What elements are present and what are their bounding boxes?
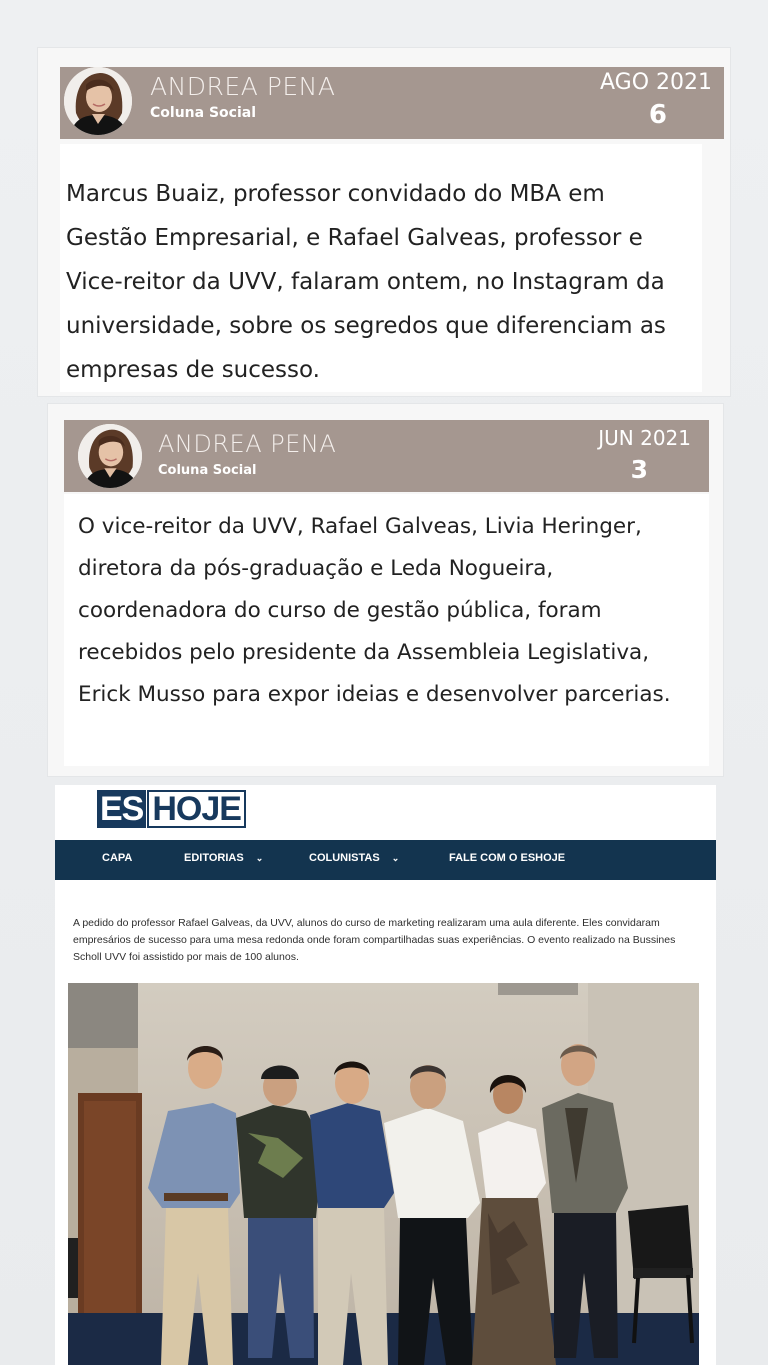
post-day: 3 [630, 455, 648, 484]
column-post-card: ANDREA PENA Coluna Social AGO 2021 6 Mar… [38, 48, 730, 396]
chevron-down-icon: ⌄ [391, 853, 400, 863]
eshoje-logo[interactable]: ES HOJE [97, 790, 246, 828]
news-site-screenshot: ES HOJE CAPA EDITORIAS ⌄ COLUNISTAS ⌄ FA… [55, 785, 716, 1365]
post-header: ANDREA PENA Coluna Social AGO 2021 6 [60, 67, 724, 139]
author-avatar [78, 424, 142, 488]
author-name: ANDREA PENA [158, 430, 337, 458]
nav-item-colunistas-label: COLUNISTAS [309, 852, 380, 864]
nav-item-colunistas[interactable]: COLUNISTAS ⌄ [309, 852, 399, 864]
news-caption: A pedido do professor Rafael Galveas, da… [73, 917, 676, 963]
logo-es-text: ES [97, 790, 147, 828]
post-month-year: AGO 2021 [599, 70, 712, 95]
group-photo [68, 983, 699, 1365]
column-name: Coluna Social [150, 105, 256, 121]
nav-item-editorias[interactable]: EDITORIAS ⌄ [184, 852, 263, 864]
post-header: ANDREA PENA Coluna Social JUN 2021 3 [64, 420, 709, 492]
column-post-card: ANDREA PENA Coluna Social JUN 2021 3 O v… [48, 404, 723, 776]
logo-hoje-text: HOJE [147, 790, 246, 828]
nav-item-fale-com-o-eshoje[interactable]: FALE COM O ESHOJE [449, 852, 565, 864]
post-text: Marcus Buaiz, professor convidado do MBA… [60, 144, 702, 392]
nav-item-editorias-label: EDITORIAS [184, 852, 244, 864]
chevron-down-icon: ⌄ [255, 853, 264, 863]
group-photo-illustration [68, 983, 699, 1365]
author-name: ANDREA PENA [150, 72, 336, 101]
nav-item-capa[interactable]: CAPA [102, 852, 132, 864]
column-name: Coluna Social [158, 463, 257, 478]
post-day: 6 [648, 100, 667, 130]
author-avatar [64, 67, 132, 135]
collage-canvas: ANDREA PENA Coluna Social AGO 2021 6 Mar… [0, 0, 768, 1365]
post-text: O vice-reitor da UVV, Rafael Galveas, Li… [64, 494, 709, 766]
site-navbar: CAPA EDITORIAS ⌄ COLUNISTAS ⌄ FALE COM O… [55, 840, 716, 880]
post-month-year: JUN 2021 [598, 426, 691, 450]
